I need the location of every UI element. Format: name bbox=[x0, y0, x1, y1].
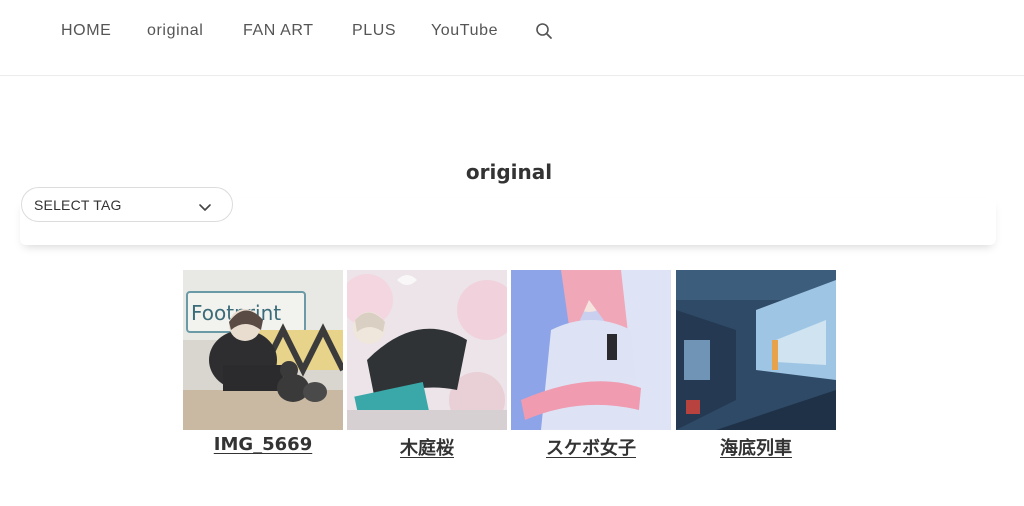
gallery-item[interactable]: 木庭桜 bbox=[347, 270, 507, 460]
gallery-thumbnail[interactable] bbox=[347, 270, 507, 430]
gallery-item[interactable]: スケボ女子 bbox=[511, 270, 671, 460]
nav-original-link[interactable]: original bbox=[147, 22, 203, 40]
gallery-item-title[interactable]: スケボ女子 bbox=[511, 434, 671, 460]
search-icon[interactable] bbox=[535, 22, 553, 40]
gallery-item-title[interactable]: 木庭桜 bbox=[347, 434, 507, 460]
gallery-item[interactable]: 海底列車 bbox=[676, 270, 836, 460]
gallery-item-title[interactable]: 海底列車 bbox=[676, 434, 836, 460]
gallery-item[interactable]: Footprint IMG_5669 bbox=[183, 270, 343, 455]
nav-home-link[interactable]: HOME bbox=[61, 22, 111, 40]
gallery-thumbnail[interactable]: Footprint bbox=[183, 270, 343, 430]
top-navigation: HOME original FAN ART PLUS YouTube bbox=[0, 0, 1024, 76]
nav-youtube-link[interactable]: YouTube bbox=[431, 22, 498, 40]
nav-plus-link[interactable]: PLUS bbox=[352, 22, 396, 40]
gallery-thumbnail[interactable] bbox=[511, 270, 671, 430]
chevron-down-icon bbox=[198, 199, 212, 211]
gallery-thumbnail[interactable] bbox=[676, 270, 836, 430]
select-tag-dropdown[interactable]: SELECT TAG bbox=[21, 187, 233, 222]
select-tag-label: SELECT TAG bbox=[34, 196, 122, 213]
nav-fan-art-link[interactable]: FAN ART bbox=[243, 22, 314, 40]
gallery-item-title[interactable]: IMG_5669 bbox=[183, 434, 343, 455]
page-title: original bbox=[465, 160, 553, 184]
